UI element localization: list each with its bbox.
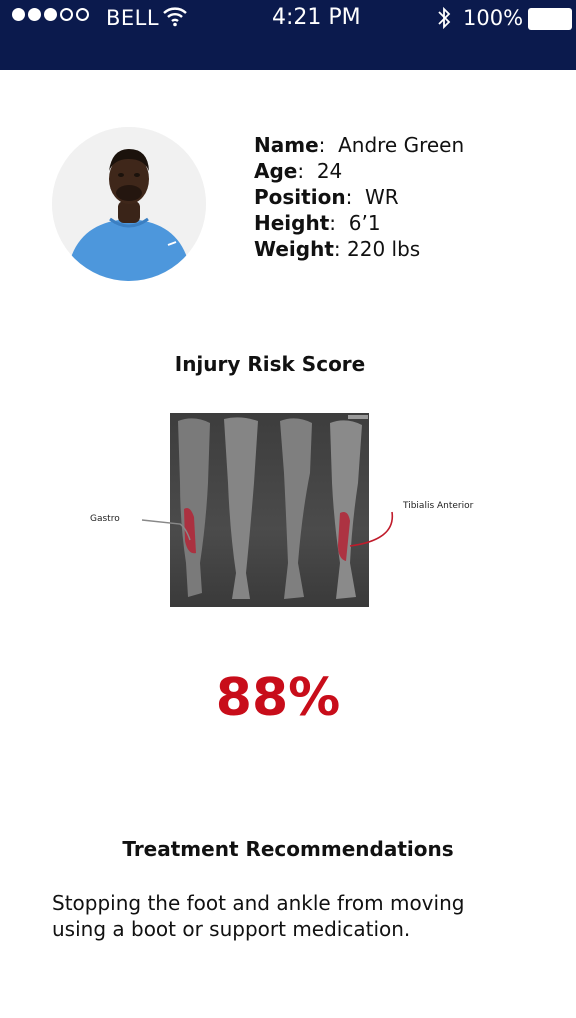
height-value: 6’1 [348,211,381,235]
age-value: 24 [316,159,343,183]
battery-icon [528,8,572,30]
wifi-icon [163,7,187,27]
profile-weight-row: Weight: 220 lbs [254,237,421,261]
profile-name-row: Name: Andre Green [254,133,465,157]
treatment-text: Stopping the foot and ankle from moving … [52,891,465,941]
age-label: Age [254,159,298,183]
gastro-label: Gastro [90,514,120,524]
injury-risk-score: 88% [215,668,341,728]
signal-strength-icon [12,8,89,21]
injury-risk-title: Injury Risk Score [174,352,366,376]
battery-percentage: 100% [463,6,524,30]
status-bar: BELL 4:21 PM 100% [0,0,576,70]
weight-label: Weight [254,237,334,261]
bluetooth-icon [438,6,451,30]
clock-time: 4:21 PM [272,5,361,30]
treatment-title: Treatment Recommendations [122,837,454,861]
name-value: Andre Green [338,133,465,157]
name-label: Name [254,133,319,157]
profile-position-row: Position: WR [254,185,399,209]
position-value: WR [365,185,399,209]
athlete-photo [52,127,206,281]
profile-height-row: Height: 6’1 [254,211,381,235]
avatar [52,127,206,281]
profile-details: Name: Andre Green Age: 24 Position: WR H… [254,132,464,262]
weight-value: 220 lbs [347,237,421,261]
tibialis-anterior-label: Tibialis Anterior [403,501,474,511]
profile-age-row: Age: 24 [254,159,343,183]
carrier-name: BELL [106,6,160,30]
position-label: Position [254,185,346,209]
height-label: Height [254,211,330,235]
leg-anatomy-image [170,413,369,607]
